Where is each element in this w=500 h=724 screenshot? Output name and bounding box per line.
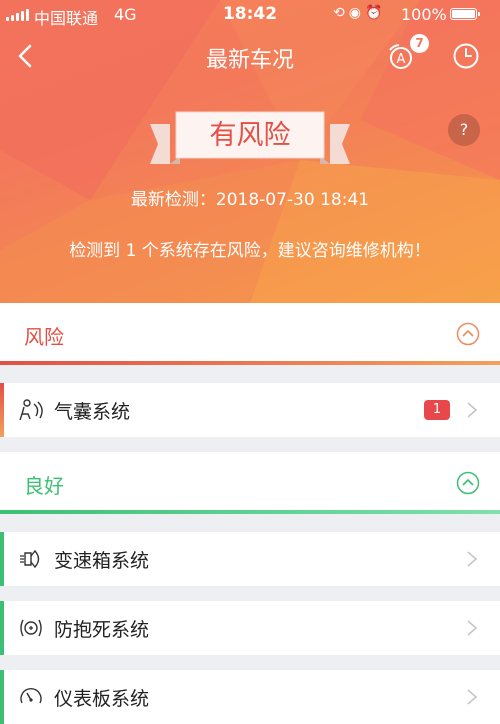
good-indicator-bar <box>0 532 4 586</box>
battery-percentage: 100% <box>401 5 447 24</box>
good-indicator-bar <box>0 601 4 655</box>
risk-alert-message: 检测到 1 个系统存在风险，建议咨询维修机构！ <box>69 241 431 261</box>
risk-count-badge: 1 <box>424 400 450 420</box>
collapse-up-icon[interactable] <box>456 322 480 346</box>
rotation-lock-icon: ⟲ <box>333 5 349 21</box>
list-item-airbag-system[interactable]: 气囊系统 1 <box>0 383 500 437</box>
chevron-right-icon <box>467 551 478 567</box>
vehicle-status-header: 中国联通 4G 18:42 ⟲◉⏰ 100% 最新车况 A 7 ? 有风险 最新… <box>0 0 500 303</box>
chevron-right-icon <box>467 620 478 636</box>
status-icons: ⟲◉⏰ <box>333 5 386 21</box>
battery-icon <box>450 8 480 20</box>
good-section-underline <box>0 510 500 514</box>
notification-count-badge: 7 <box>410 34 429 53</box>
alarm-icon: ⏰ <box>364 5 387 21</box>
list-item-abs-system[interactable]: 防抱死系统 <box>0 601 500 655</box>
good-section-header[interactable]: 良好 <box>0 452 500 514</box>
history-clock-button[interactable] <box>452 42 480 70</box>
svg-text:A: A <box>397 52 406 67</box>
risk-indicator-bar <box>0 383 4 437</box>
collapse-up-icon[interactable] <box>456 471 480 495</box>
status-bar: 中国联通 4G 18:42 ⟲◉⏰ 100% <box>0 0 500 30</box>
item-name: 气囊系统 <box>54 401 131 423</box>
chevron-right-icon <box>467 402 478 418</box>
dashboard-icon <box>20 687 42 704</box>
transmission-icon <box>20 549 40 569</box>
item-name: 变速箱系统 <box>54 550 150 572</box>
list-item-transmission-system[interactable]: 变速箱系统 <box>0 532 500 586</box>
last-detection-time: 最新检测：2018-07-30 18:41 <box>130 190 370 210</box>
help-button[interactable]: ? <box>448 114 480 146</box>
chevron-right-icon <box>467 689 478 705</box>
risk-section-underline <box>0 361 500 365</box>
risk-section-label: 风险 <box>24 325 64 349</box>
item-name: 防抱死系统 <box>54 619 150 641</box>
good-section-label: 良好 <box>24 474 64 498</box>
risk-status-label: 有风险 <box>209 120 291 151</box>
risk-section-header[interactable]: 风险 <box>0 303 500 365</box>
good-indicator-bar <box>0 670 4 724</box>
item-name: 仪表板系统 <box>54 688 150 710</box>
location-icon: ◉ <box>348 5 365 21</box>
abs-icon <box>20 619 42 637</box>
airbag-icon <box>19 399 43 421</box>
battery-level-fill <box>452 10 475 18</box>
list-item-dashboard-system[interactable]: 仪表板系统 <box>0 670 500 724</box>
